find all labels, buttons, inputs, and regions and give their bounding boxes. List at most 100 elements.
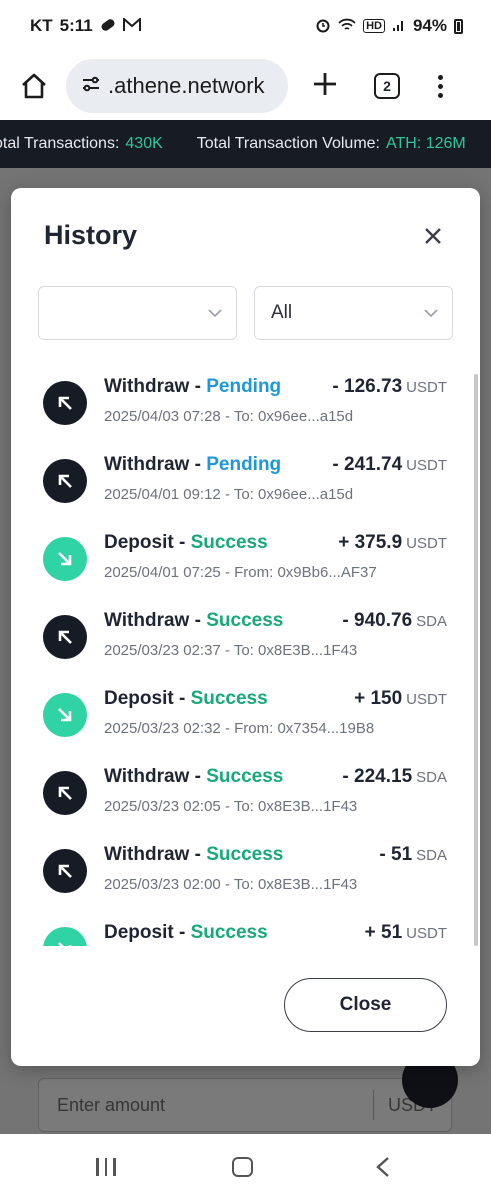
transaction-row[interactable]: Withdraw - Success - 940.76 SDA 2025/03/2… xyxy=(11,592,471,670)
type-filter-value: All xyxy=(271,302,293,323)
transaction-meta: 2025/03/23 02:05 - To: 0x8E3B...1F43 xyxy=(104,798,358,815)
deposit-arrow-icon xyxy=(43,927,87,946)
transaction-party-label: From: xyxy=(234,564,274,581)
transaction-meta: 2025/04/01 09:12 - To: 0x96ee...a15d xyxy=(104,486,354,503)
browser-toolbar: .athene.network 2 xyxy=(0,52,491,120)
browser-menu-button[interactable] xyxy=(438,74,443,98)
recents-icon xyxy=(104,1158,107,1176)
site-settings-icon[interactable] xyxy=(80,73,102,100)
type-filter-select[interactable]: All xyxy=(254,286,453,340)
amount-value: - 940.76 xyxy=(342,610,413,631)
transaction-address: 0x7354...19B8 xyxy=(277,720,375,737)
withdraw-arrow-icon xyxy=(43,615,87,659)
transaction-status: Pending xyxy=(206,376,282,397)
system-home-button[interactable] xyxy=(232,1157,253,1177)
transaction-list[interactable]: Withdraw - Pending - 126.73 USDT 2025/04/… xyxy=(11,358,480,946)
transaction-amount: - 940.76 SDA xyxy=(342,610,447,632)
withdraw-arrow-icon xyxy=(43,459,87,503)
transaction-status: Success xyxy=(206,610,284,631)
transaction-title: Deposit - Success xyxy=(104,922,268,943)
transaction-party-label: To: xyxy=(233,798,254,815)
transaction-row[interactable]: Withdraw - Pending - 241.74 USDT 2025/04/… xyxy=(11,436,471,514)
amount-value: + 51 xyxy=(364,922,403,943)
transaction-row[interactable]: Withdraw - Success - 51 SDA 2025/03/23 02… xyxy=(11,826,471,904)
amount-value: - 224.15 xyxy=(342,766,413,787)
tab-switcher-button[interactable]: 2 xyxy=(374,73,400,99)
amount-value: - 51 xyxy=(379,844,413,865)
close-button[interactable]: Close xyxy=(284,978,447,1032)
transaction-address: 0x8E3B...1F43 xyxy=(258,798,358,815)
transaction-party-label: To: xyxy=(233,642,254,659)
back-icon xyxy=(376,1157,389,1177)
mail-icon xyxy=(122,16,141,35)
transaction-amount: - 51 SDA xyxy=(379,844,447,866)
amount-value: + 375.9 xyxy=(338,532,403,553)
amount-unit: USDT xyxy=(406,535,447,552)
transaction-title: Withdraw - Success xyxy=(104,610,284,631)
transaction-date: 2025/04/03 07:28 xyxy=(104,408,221,425)
transaction-type: Withdraw xyxy=(104,376,190,397)
transaction-date: 2025/04/01 09:12 xyxy=(104,486,221,503)
transaction-status: Success xyxy=(206,844,284,865)
amount-unit: USDT xyxy=(406,457,447,474)
date-filter-select[interactable] xyxy=(38,286,237,340)
pill-icon xyxy=(100,18,116,35)
transaction-amount: + 51 USDT xyxy=(365,922,447,944)
url-text: .athene.network xyxy=(108,73,265,98)
transaction-title: Withdraw - Pending xyxy=(104,376,282,397)
amount-unit: USDT xyxy=(406,691,447,708)
transaction-type: Withdraw xyxy=(104,844,190,865)
transaction-amount: + 150 USDT xyxy=(354,688,447,710)
amount-unit: USDT xyxy=(406,925,447,942)
ticker-track: Total Transactions: 430K Total Transactio… xyxy=(0,135,466,153)
amount-unit: SDA xyxy=(416,613,447,630)
status-right: HD 94% xyxy=(315,16,463,36)
list-scrollbar[interactable] xyxy=(474,374,478,946)
amount-value: - 126.73 xyxy=(332,376,403,397)
carrier-label: KT xyxy=(30,16,53,35)
signal-icon xyxy=(392,18,406,35)
transaction-party-label: To: xyxy=(233,876,254,893)
transaction-status: Success xyxy=(206,766,284,787)
transaction-amount: - 241.74 USDT xyxy=(332,454,447,476)
modal-close-button[interactable] xyxy=(421,224,445,248)
transaction-date: 2025/03/23 02:37 xyxy=(104,642,221,659)
amount-unit: SDA xyxy=(416,847,447,864)
transaction-amount: - 224.15 SDA xyxy=(342,766,447,788)
transaction-meta: 2025/04/01 07:25 - From: 0x9Bb6...AF37 xyxy=(104,564,377,581)
transaction-row[interactable]: Withdraw - Success - 224.15 SDA 2025/03/2… xyxy=(11,748,471,826)
amount-value: - 241.74 xyxy=(332,454,403,475)
transaction-meta: 2025/03/23 02:00 - To: 0x8E3B...1F43 xyxy=(104,876,358,893)
transaction-address: 0x9Bb6...AF37 xyxy=(277,564,377,581)
transaction-title: Deposit - Success xyxy=(104,688,268,709)
battery-icon xyxy=(454,18,463,34)
menu-dot-icon xyxy=(438,83,443,89)
transaction-row[interactable]: Withdraw - Pending - 126.73 USDT 2025/04/… xyxy=(11,358,471,436)
transaction-type: Withdraw xyxy=(104,766,190,787)
transaction-meta: 2025/04/03 07:28 - To: 0x96ee...a15d xyxy=(104,408,354,425)
address-bar[interactable]: .athene.network xyxy=(66,59,288,113)
transaction-row[interactable]: Deposit - Success + 150 USDT 2025/03/23 0… xyxy=(11,670,471,748)
transaction-status: Success xyxy=(190,532,268,553)
back-button[interactable] xyxy=(374,1156,392,1178)
recents-button[interactable] xyxy=(96,1158,116,1176)
amount-unit: SDA xyxy=(416,769,447,786)
alarm-icon xyxy=(315,17,331,36)
transaction-party-label: From: xyxy=(234,720,274,737)
ticker-value: ATH: 126M xyxy=(386,135,466,152)
chevron-down-icon xyxy=(424,309,438,318)
transaction-row[interactable]: Deposit - Success + 375.9 USDT 2025/04/01… xyxy=(11,514,471,592)
transaction-type: Withdraw xyxy=(104,454,190,475)
home-button[interactable] xyxy=(14,66,54,106)
transaction-row[interactable]: Deposit - Success + 51 USDT xyxy=(11,904,471,946)
clock: 5:11 xyxy=(59,16,93,35)
ticker-item-volume: Total Transaction Volume: ATH: 126M xyxy=(197,135,466,153)
battery-percent: 94% xyxy=(412,16,447,35)
system-nav-bar xyxy=(0,1134,491,1200)
ticker-label: Total Transactions: xyxy=(0,135,120,152)
recents-icon xyxy=(96,1158,99,1176)
new-tab-button[interactable] xyxy=(310,69,340,103)
transaction-address: 0x8E3B...1F43 xyxy=(258,876,358,893)
deposit-arrow-icon xyxy=(43,537,87,581)
withdraw-arrow-icon xyxy=(43,381,87,425)
